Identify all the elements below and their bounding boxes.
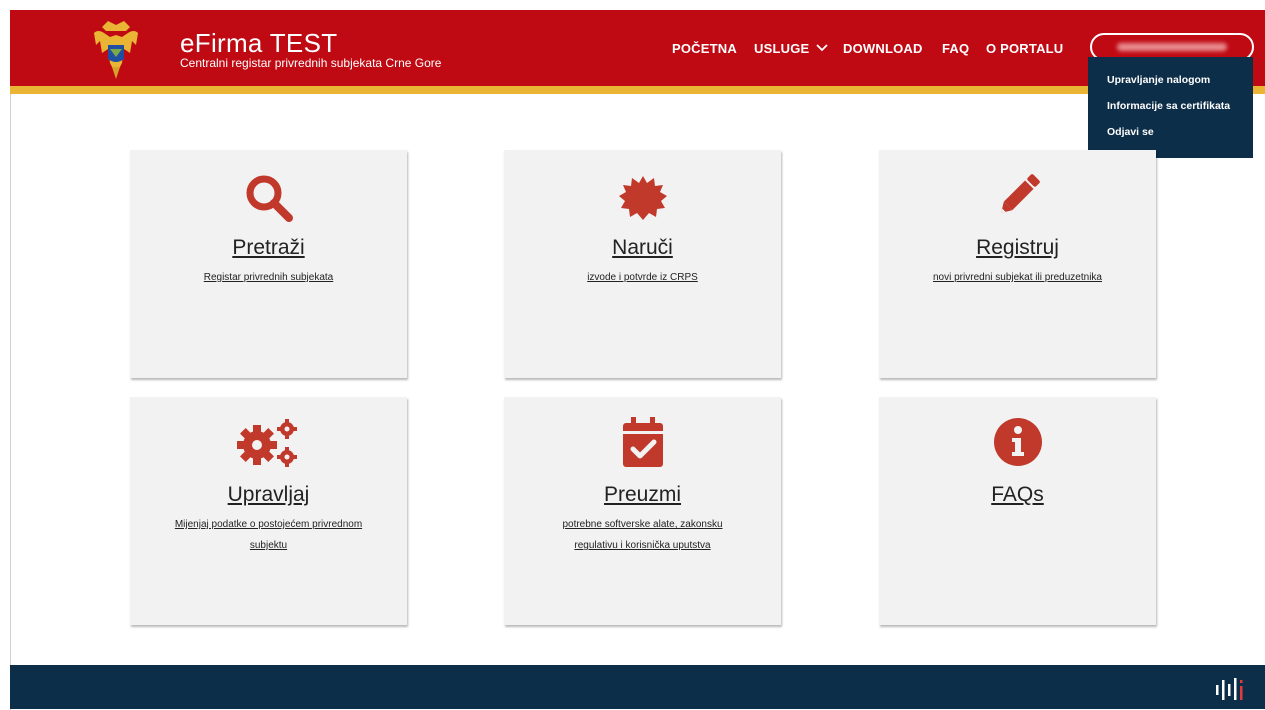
site-subtitle: Centralni registar privrednih subjekata … (180, 56, 442, 70)
card-registruj[interactable]: Registruj novi privredni subjekat ili pr… (879, 150, 1156, 378)
nav-usluge[interactable]: USLUGE (754, 41, 828, 56)
card-title[interactable]: FAQs (879, 483, 1156, 507)
card-description[interactable]: novi privredni subjekat ili preduzetnika (893, 267, 1142, 288)
header-accent-strip (10, 86, 1265, 94)
menu-item-logout[interactable]: Odjavi se (1107, 126, 1253, 152)
card-title[interactable]: Upravljaj (130, 483, 407, 507)
certificate-icon (504, 174, 781, 222)
menu-item-certificate-info[interactable]: Informacije sa certifikata (1107, 100, 1253, 126)
chevron-down-icon (816, 44, 828, 52)
info-icon (879, 417, 1156, 467)
search-icon (130, 172, 407, 224)
card-preuzmi[interactable]: Preuzmi potrebne softverske alate, zakon… (504, 397, 781, 625)
footer-logo-icon[interactable] (1212, 676, 1252, 702)
calendar-check-icon (504, 415, 781, 469)
card-naruci[interactable]: Naruči izvode i potvrde iz CRPS (504, 150, 781, 378)
site-title[interactable]: eFirma TEST (180, 30, 337, 56)
card-pretrazi[interactable]: Pretraži Registar privrednih subjekata (130, 150, 407, 378)
card-title[interactable]: Registruj (879, 236, 1156, 260)
card-description-line-2[interactable]: subjektu (144, 535, 393, 556)
card-title[interactable]: Pretraži (130, 236, 407, 260)
card-title[interactable]: Naruči (504, 236, 781, 260)
nav-download[interactable]: DOWNLOAD (843, 41, 923, 56)
user-name-redacted (1117, 43, 1227, 51)
card-description[interactable]: izvode i potvrde iz CRPS (518, 267, 767, 288)
pencil-icon (879, 170, 1156, 222)
nav-o-portalu[interactable]: O PORTALU (986, 41, 1063, 56)
user-dropdown-menu: Upravljanje nalogom Informacije sa certi… (1088, 57, 1253, 158)
nav-usluge-label: USLUGE (754, 41, 810, 56)
card-description-line-2[interactable]: regulativu i korisnička uputstva (518, 535, 767, 556)
card-faqs[interactable]: FAQs (879, 397, 1156, 625)
card-upravljaj[interactable]: Upravljaj Mijenjaj podatke o postojećem … (130, 397, 407, 625)
card-description-line-1[interactable]: Mijenjaj podatke o postojećem privrednom (144, 514, 393, 535)
card-title[interactable]: Preuzmi (504, 483, 781, 507)
site-footer (10, 665, 1265, 709)
gears-icon (130, 417, 407, 469)
card-description[interactable]: Registar privrednih subjekata (144, 267, 393, 288)
nav-pocetna[interactable]: POČETNA (672, 41, 737, 56)
menu-item-account[interactable]: Upravljanje nalogom (1107, 74, 1253, 100)
nav-faq[interactable]: FAQ (942, 41, 969, 56)
card-description-line-1[interactable]: potrebne softverske alate, zakonsku (518, 514, 767, 535)
coat-of-arms-logo[interactable] (88, 19, 144, 81)
